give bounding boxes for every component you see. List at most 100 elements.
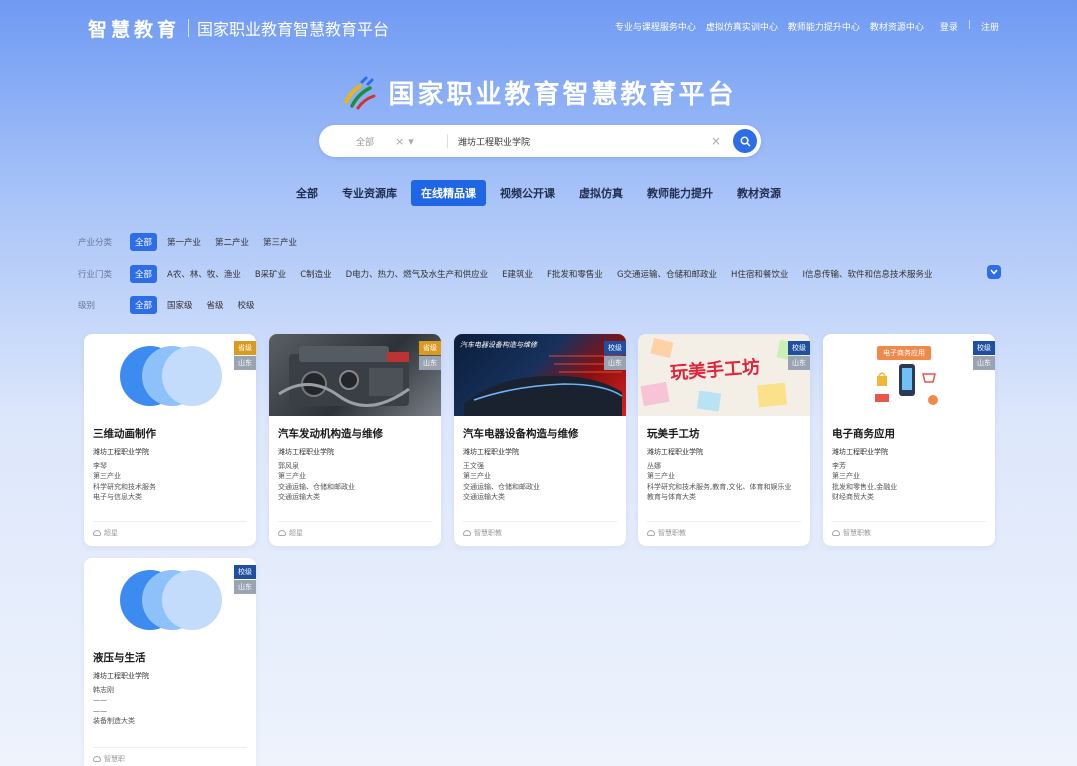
course-cover: 汽车电器设备构造与维修 校级 山东 <box>454 334 626 416</box>
course-school: 潍坊工程职业学院 <box>832 448 888 456</box>
filter-industry: 产业分类 全部 第一产业 第二产业 第三产业 <box>78 233 307 251</box>
filter-chip[interactable]: 国家级 <box>163 296 197 314</box>
tab-all[interactable]: 全部 <box>286 180 328 206</box>
search-icon <box>740 136 750 146</box>
filter-chip[interactable]: D电力、热力、燃气及水生产和供应业 <box>342 265 493 283</box>
nav-teacher-center[interactable]: 教师能力提升中心 <box>788 20 860 33</box>
course-platform: 超星 <box>278 521 432 538</box>
search-button[interactable] <box>733 129 757 153</box>
search-input[interactable] <box>448 136 711 146</box>
region-badge: 山东 <box>788 356 810 370</box>
login-separator: | <box>967 20 971 30</box>
platform-name: 智慧职教 <box>658 529 686 537</box>
platform-name: 智慧职 <box>104 755 125 763</box>
course-card[interactable]: 汽车电器设备构造与维修 校级 山东 汽车电器设备构造与维修 潍坊工程职业学院 王… <box>454 334 626 546</box>
course-category: 财经商贸大类 <box>832 493 874 501</box>
course-platform: 智慧职 <box>93 747 247 764</box>
filter-chip[interactable]: I信息传输、软件和信息技术服务业 <box>798 265 936 283</box>
course-cover: 省级 山东 <box>84 334 256 416</box>
tab-online-courses[interactable]: 在线精品课 <box>411 180 486 206</box>
filter-chip[interactable]: B采矿业 <box>251 265 290 283</box>
tab-video-courses[interactable]: 视频公开课 <box>490 180 565 206</box>
tab-textbooks[interactable]: 教材资源 <box>727 180 791 206</box>
course-sector: 交通运输、仓储和邮政业 <box>278 482 355 491</box>
course-card[interactable]: 校级 山东 液压与生活 潍坊工程职业学院 韩志刚 —— —— 装备制造大类 智慧… <box>84 558 256 766</box>
cloud-icon <box>93 530 101 536</box>
nav-course-center[interactable]: 专业与课程服务中心 <box>615 20 696 33</box>
filter-chip[interactable]: E建筑业 <box>498 265 537 283</box>
platform-logo-icon <box>344 76 376 109</box>
course-teacher: 王文强 <box>463 461 484 470</box>
region-badge: 山东 <box>234 356 256 370</box>
course-industry: 第三产业 <box>647 472 675 480</box>
course-card[interactable]: 省级 山东 汽车发动机构造与维修 潍坊工程职业学院 郭风泉 第三产业 交通运输、… <box>269 334 441 546</box>
platform-name: 超星 <box>104 529 118 537</box>
course-title: 电子商务应用 <box>832 428 895 440</box>
filter-chip[interactable]: G交通运输、仓储和邮政业 <box>613 265 721 283</box>
course-teacher: 韩志刚 <box>93 685 114 694</box>
course-card[interactable]: 省级 山东 三维动画制作 潍坊工程职业学院 李琴 第三产业 科学研究和技术服务 … <box>84 334 256 546</box>
nav-virtual-center[interactable]: 虚拟仿真实训中心 <box>706 20 778 33</box>
engine-image <box>278 346 410 407</box>
filter-chip[interactable]: H住宿和餐饮业 <box>727 265 792 283</box>
course-category: 交通运输大类 <box>278 493 320 501</box>
course-card[interactable]: 玩美手工坊 校级 山东 玩美手工坊 潍坊工程职业学院 丛娜 第三产业 科学研究和… <box>638 334 810 546</box>
cover-title: 汽车电器设备构造与维修 <box>460 341 537 349</box>
filter-chip[interactable]: 全部 <box>130 296 158 314</box>
filter-chip[interactable]: 全部 <box>130 265 158 283</box>
filter-level: 级别 全部 国家级 省级 校级 <box>78 296 265 314</box>
cloud-icon <box>93 756 101 762</box>
filter-chip[interactable]: 第一产业 <box>163 233 205 251</box>
chevron-down-icon[interactable]: ▾ <box>408 135 414 148</box>
cloud-icon <box>278 530 286 536</box>
filter-chip[interactable]: C制造业 <box>296 265 335 283</box>
expand-filters-button[interactable] <box>987 265 1001 279</box>
tab-virtual-simulation[interactable]: 虚拟仿真 <box>569 180 633 206</box>
course-teacher: 李琴 <box>93 461 107 470</box>
search-scope-select[interactable]: 全部 <box>319 135 395 148</box>
filter-chip[interactable]: 全部 <box>130 233 158 251</box>
course-category: 装备制造大类 <box>93 717 135 725</box>
filter-label: 行业门类 <box>78 270 113 280</box>
course-cover: 省级 山东 <box>269 334 441 416</box>
course-school: 潍坊工程职业学院 <box>278 448 334 456</box>
course-industry: 第三产业 <box>832 472 860 480</box>
course-sector: 批发和零售业,金融业 <box>832 482 898 491</box>
tab-teacher-development[interactable]: 教师能力提升 <box>637 180 723 206</box>
course-platform: 智慧职教 <box>463 521 617 538</box>
category-tabs: 全部 专业资源库 在线精品课 视频公开课 虚拟仿真 教师能力提升 教材资源 <box>0 180 1077 206</box>
level-badge: 省级 <box>419 341 441 355</box>
brand-divider <box>188 19 190 37</box>
course-card[interactable]: 电子商务应用 校级 山东 电子商务应用 潍坊工程职业学院 李芳 第三产业 批发和… <box>823 334 995 546</box>
hero: 国家职业教育智慧教育平台 <box>0 74 1077 111</box>
filter-sector: 行业门类 全部 A农、林、牧、渔业 B采矿业 C制造业 D电力、热力、燃气及水生… <box>78 265 942 283</box>
course-title: 三维动画制作 <box>93 428 156 440</box>
login-link[interactable]: 登录 <box>940 20 958 33</box>
filter-chip[interactable]: 第二产业 <box>211 233 253 251</box>
tab-resource-library[interactable]: 专业资源库 <box>332 180 407 206</box>
cloud-icon <box>647 530 655 536</box>
filter-chip[interactable]: 第三产业 <box>259 233 301 251</box>
course-industry: 第三产业 <box>93 472 121 480</box>
filter-chip[interactable]: F批发和零售业 <box>543 265 607 283</box>
course-category: 交通运输大类 <box>463 493 505 501</box>
course-platform: 智慧职教 <box>647 521 801 538</box>
course-teacher: 郭风泉 <box>278 461 299 470</box>
clear-icon[interactable]: × <box>711 134 721 148</box>
filter-chip[interactable]: A农、林、牧、渔业 <box>163 265 245 283</box>
scope-clear-icon[interactable]: × <box>395 135 404 148</box>
level-badge: 校级 <box>604 341 626 355</box>
course-title: 玩美手工坊 <box>647 428 700 440</box>
level-badge: 省级 <box>234 341 256 355</box>
platform-name: 超星 <box>289 529 303 537</box>
brand-name[interactable]: 国家职业教育智慧教育平台 <box>197 16 389 40</box>
filter-label: 产业分类 <box>78 238 113 248</box>
nav-textbook-center[interactable]: 教材资源中心 <box>870 20 924 33</box>
filter-chip[interactable]: 省级 <box>203 296 228 314</box>
register-link[interactable]: 注册 <box>981 20 999 33</box>
placeholder-circles-icon <box>120 346 230 408</box>
filter-chip[interactable]: 校级 <box>234 296 259 314</box>
course-sector: 交通运输、仓储和邮政业 <box>463 482 540 491</box>
course-category: 教育与体育大类 <box>647 493 696 501</box>
brand-mark[interactable]: 智慧教育 <box>88 15 180 42</box>
